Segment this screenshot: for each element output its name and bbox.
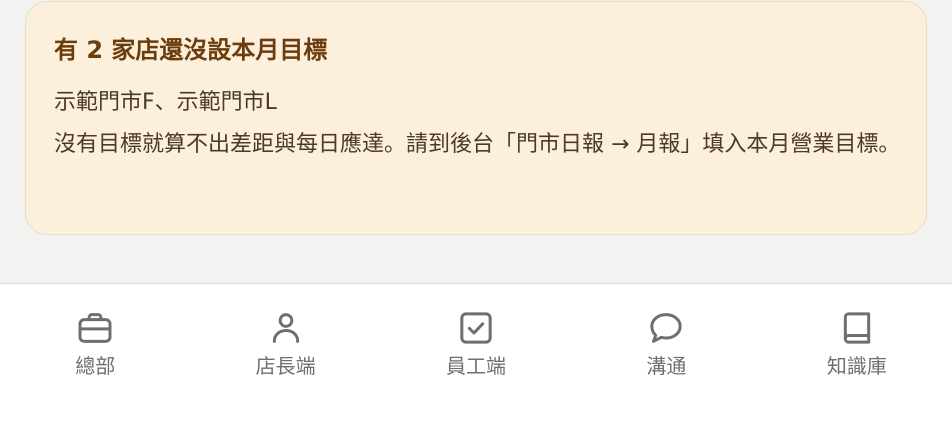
- bottom-tab-bar: 總部 店長端 員工端 溝通 知識庫: [0, 283, 952, 426]
- tab-label: 員工端: [446, 354, 507, 378]
- tab-knowledge-base[interactable]: 知識庫: [762, 284, 952, 426]
- tab-label: 店長端: [255, 354, 316, 378]
- tab-label: 總部: [75, 354, 116, 378]
- book-icon: [843, 312, 870, 344]
- tab-label: 知識庫: [826, 354, 887, 378]
- tab-store-manager[interactable]: 店長端: [190, 284, 380, 426]
- page: 有 2 家店還沒設本月目標 示範門市F、示範門市L 沒有目標就算不出差距與每日應…: [0, 0, 952, 426]
- tab-staff[interactable]: 員工端: [381, 284, 571, 426]
- missing-target-notice: 有 2 家店還沒設本月目標 示範門市F、示範門市L 沒有目標就算不出差距與每日應…: [25, 1, 927, 235]
- notice-message: 沒有目標就算不出差距與每日應達。請到後台「門市日報 → 月報」填入本月營業目標。: [54, 132, 901, 157]
- notice-title: 有 2 家店還沒設本月目標: [54, 36, 328, 64]
- briefcase-icon: [78, 313, 112, 343]
- chat-bubble-icon: [650, 313, 683, 343]
- person-icon: [272, 313, 299, 343]
- tab-headquarters[interactable]: 總部: [0, 284, 190, 426]
- tab-communication[interactable]: 溝通: [571, 284, 761, 426]
- notice-store-list: 示範門市F、示範門市L: [54, 90, 277, 115]
- checkbox-icon: [460, 312, 492, 344]
- tab-label: 溝通: [646, 354, 687, 378]
